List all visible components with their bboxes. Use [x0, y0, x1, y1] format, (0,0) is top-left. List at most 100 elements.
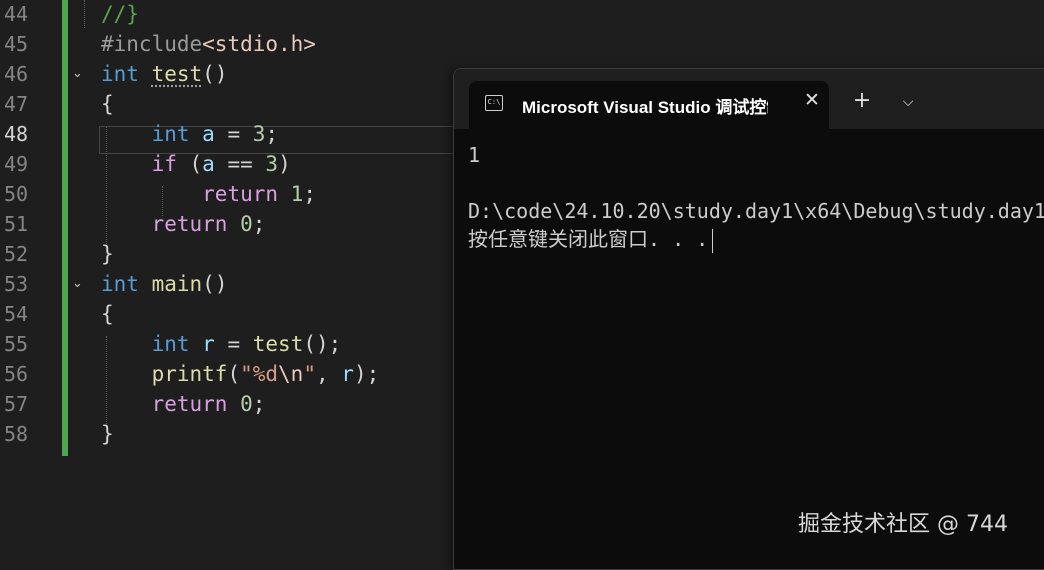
line-number: 47: [4, 92, 29, 116]
line-number: 44: [4, 2, 29, 26]
code-token: return: [151, 392, 228, 416]
code-token: \n: [278, 362, 304, 386]
code-token: ,: [315, 362, 342, 386]
console-line: 按任意键关闭此窗口. . .: [468, 225, 1044, 253]
chevron-down-icon[interactable]: ⌵: [897, 91, 919, 113]
line-number: 53: [4, 272, 29, 296]
code-token: main: [151, 272, 203, 296]
line-number: 51: [4, 212, 29, 236]
line-number: 49: [4, 152, 29, 176]
code-text: }: [101, 242, 114, 266]
code-token: #include: [101, 32, 203, 56]
code-token: {: [101, 302, 114, 326]
code-token: {: [101, 92, 114, 116]
code-line[interactable]: 44 //}: [0, 0, 1044, 30]
code-token: int: [101, 272, 139, 296]
code-token: ;: [303, 182, 316, 206]
code-token: if: [151, 152, 177, 176]
code-text: #include<stdio.h>: [101, 32, 316, 56]
code-token: int: [151, 332, 190, 356]
code-text: return 1;: [101, 182, 316, 206]
code-text: int main(): [101, 272, 227, 296]
code-token: (: [176, 152, 203, 176]
console-tab-title: Microsoft Visual Studio 调试控制台: [522, 98, 768, 117]
close-icon[interactable]: ✕: [801, 89, 823, 111]
code-token: return: [202, 182, 279, 206]
code-token: int: [151, 122, 190, 146]
code-text: if (a == 3): [101, 152, 291, 176]
code-text: int test(): [101, 62, 227, 86]
line-number: 55: [4, 332, 29, 356]
terminal-icon: C:\: [485, 95, 503, 111]
console-line: D:\code\24.10.20\study.day1\x64\Debug\st…: [468, 199, 1044, 223]
code-token: 3: [265, 152, 279, 176]
code-line[interactable]: 45 #include<stdio.h>: [0, 30, 1044, 60]
code-text: return 0;: [101, 392, 266, 416]
code-token: "%d: [240, 362, 279, 386]
code-token: ;: [265, 122, 279, 146]
code-token: }: [101, 242, 114, 266]
code-text: }: [101, 422, 114, 446]
code-token: int: [101, 62, 139, 86]
console-output[interactable]: 1 D:\code\24.10.20\study.day1\x64\Debug\…: [468, 141, 1044, 541]
watermark-text: 掘金技术社区 @ 744: [798, 512, 1008, 537]
code-text: //}: [101, 2, 139, 26]
code-token: //}: [101, 2, 139, 26]
plus-icon[interactable]: +: [850, 89, 874, 113]
fold-chevron-icon[interactable]: ⌄: [72, 67, 86, 81]
line-number: 58: [4, 422, 29, 446]
line-number: 54: [4, 302, 29, 326]
code-token: ;: [252, 392, 266, 416]
code-token: test: [252, 332, 304, 356]
code-token: ;: [252, 212, 266, 236]
code-text: printf("%d\n", r);: [101, 362, 380, 386]
line-number: 57: [4, 392, 29, 416]
line-number: 50: [4, 182, 29, 206]
line-number: 46: [4, 62, 29, 86]
code-text: int a = 3;: [101, 122, 279, 146]
line-number: 56: [4, 362, 29, 386]
code-text: {: [101, 92, 114, 116]
code-token: (): [202, 272, 228, 296]
code-token: ==: [214, 152, 266, 176]
code-token: );: [353, 362, 380, 386]
line-number: 45: [4, 32, 29, 56]
code-token: 0: [240, 392, 253, 416]
code-token: a: [202, 152, 215, 176]
fold-chevron-icon[interactable]: ⌄: [72, 277, 86, 291]
code-token: ();: [303, 332, 342, 356]
console-tab-bar: C:\ Microsoft Visual Studio 调试控制台 ✕ + ⌵: [454, 69, 1044, 131]
code-token: printf: [151, 362, 228, 386]
console-line-text: 按任意键关闭此窗口. . .: [468, 227, 709, 251]
console-tab[interactable]: C:\ Microsoft Visual Studio 调试控制台 ✕: [469, 81, 829, 131]
code-token: r: [341, 362, 354, 386]
debug-console-window[interactable]: C:\ Microsoft Visual Studio 调试控制台 ✕ + ⌵ …: [453, 68, 1044, 570]
code-token: =: [214, 332, 253, 356]
line-number: 48: [4, 122, 29, 146]
code-text: {: [101, 302, 114, 326]
code-token: return: [151, 212, 228, 236]
code-token: test: [151, 62, 203, 86]
code-token: 0: [240, 212, 253, 236]
code-token: }: [101, 422, 114, 446]
code-text: int r = test();: [101, 332, 342, 356]
code-token: ": [303, 362, 316, 386]
code-token: (: [227, 362, 241, 386]
code-token: a: [202, 122, 215, 146]
console-line: 1: [468, 143, 481, 167]
code-token: 3: [252, 122, 266, 146]
code-text: return 0;: [101, 212, 266, 236]
